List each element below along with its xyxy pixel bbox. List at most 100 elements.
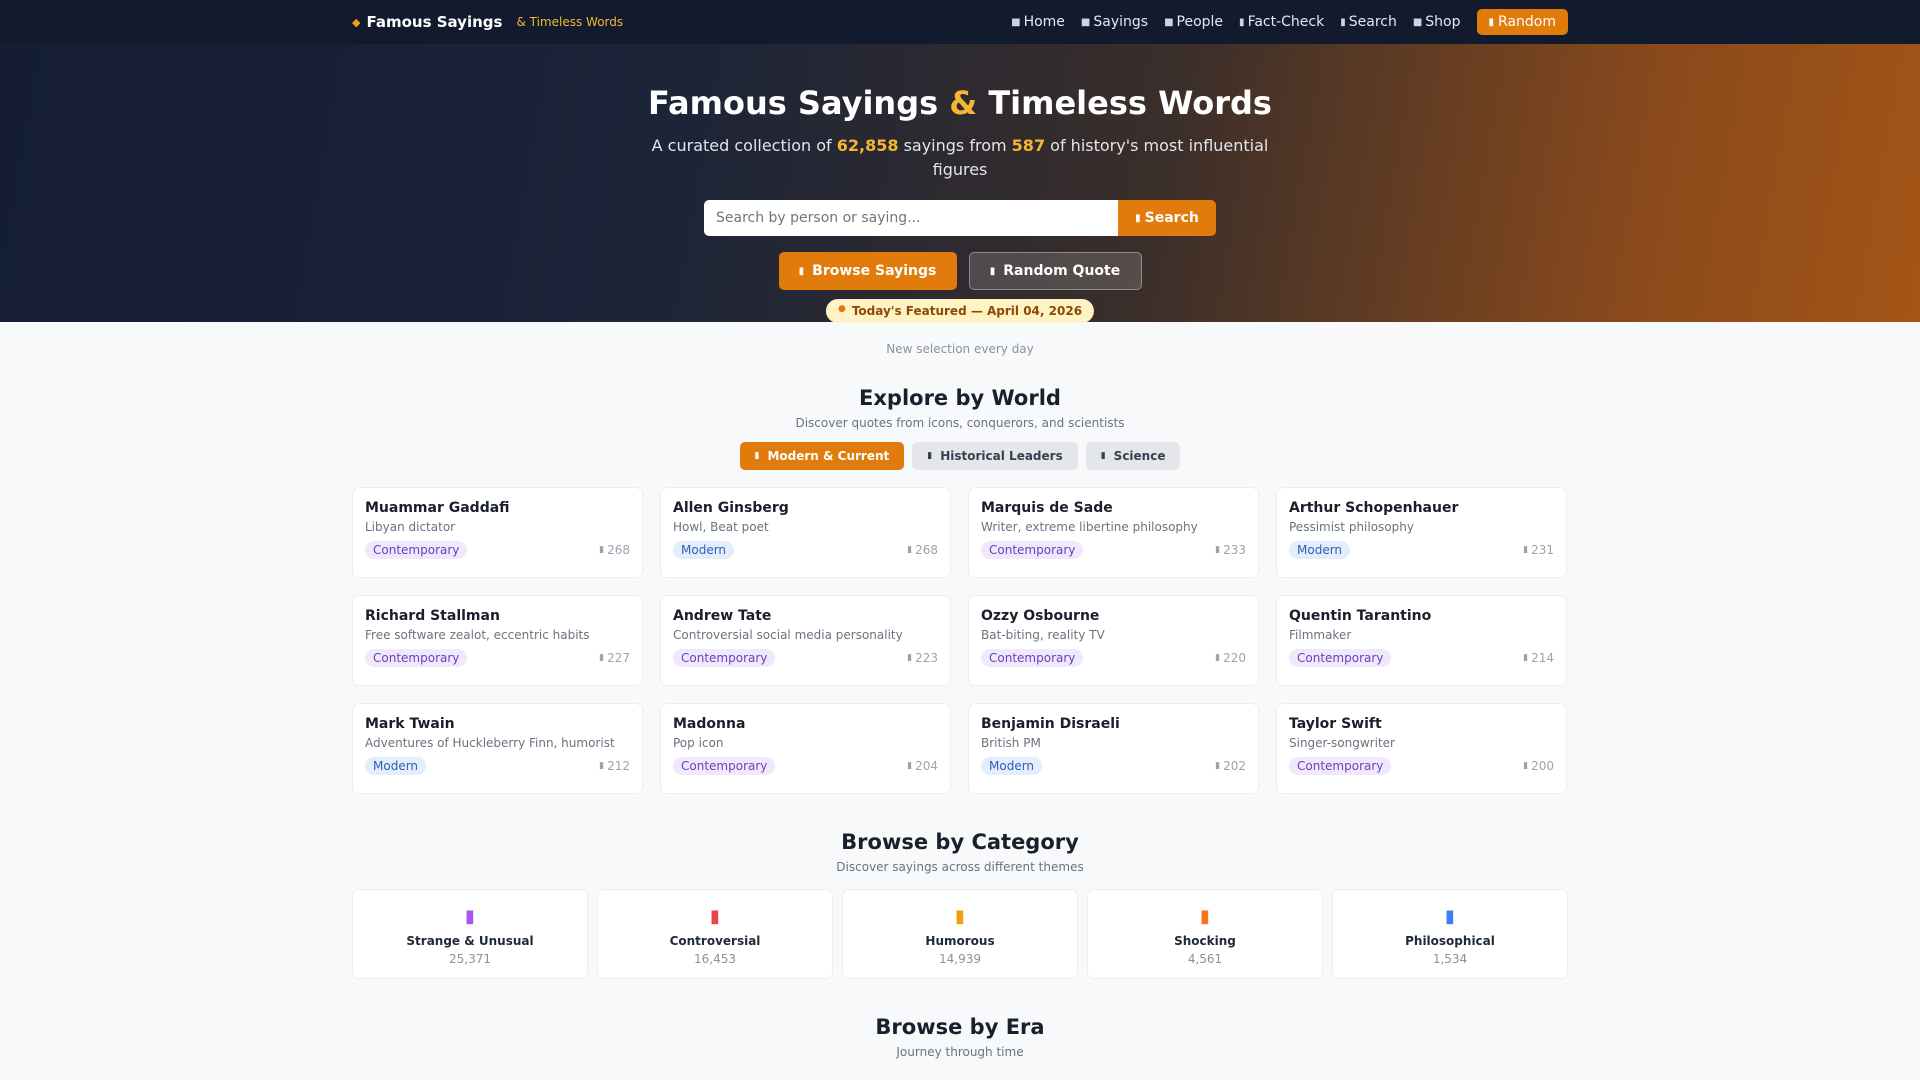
person-name: Arthur Schopenhauer xyxy=(1289,500,1459,516)
era-title: Browse by Era xyxy=(875,1015,1045,1039)
category-card[interactable]: ▮ Humorous 14,939 xyxy=(842,889,1078,979)
quote-count-value: 227 xyxy=(607,651,630,665)
category-count: 4,561 xyxy=(1187,952,1223,966)
quote-count: ▮ 212 xyxy=(599,759,630,773)
hero-title-part2: Timeless Words xyxy=(988,84,1272,122)
person-card[interactable]: Andrew Tate Controversial social media pe… xyxy=(660,595,951,686)
category-card[interactable]: ▮ Shocking 4,561 xyxy=(1087,889,1323,979)
era-badge: Contemporary xyxy=(673,757,776,775)
explore-section: Explore by World Discover quotes from ic… xyxy=(0,386,1920,794)
quote-count: ▮ 200 xyxy=(1523,759,1554,773)
quote-icon: ◆ xyxy=(352,15,361,29)
random-quote-button[interactable]: ▮ Random Quote xyxy=(968,252,1142,290)
nav-sayings[interactable]: ■ Sayings xyxy=(1081,14,1148,30)
quote-icon: ▮ xyxy=(599,545,605,555)
person-description: Singer-songwriter xyxy=(1289,736,1395,750)
people-count: 587 xyxy=(1011,136,1046,155)
person-card[interactable]: Taylor Swift Singer-songwriter Contemporar… xyxy=(1276,703,1567,794)
quote-icon: ▮ xyxy=(1215,761,1221,771)
nav-people[interactable]: ■ People xyxy=(1164,14,1223,30)
navbar: ◆ Famous Sayings & Timeless Words ■ Home … xyxy=(0,0,1920,44)
nav-home-label: Home xyxy=(1023,14,1065,30)
quote-count: ▮ 204 xyxy=(907,759,938,773)
person-card[interactable]: Richard Stallman Free software zealot, ec… xyxy=(352,595,643,686)
quote-count-value: 268 xyxy=(915,543,938,557)
search-input[interactable] xyxy=(704,200,1118,236)
person-footer: Contemporary ▮ 204 xyxy=(673,757,938,775)
hero-subtitle: A curated collection of 62,858 sayings f… xyxy=(640,134,1280,182)
quote-count: ▮ 202 xyxy=(1215,759,1246,773)
person-card[interactable]: Mark Twain Adventures of Huckleberry Finn… xyxy=(352,703,643,794)
check-icon: ▮ xyxy=(1239,16,1245,28)
brand-tagline: & Timeless Words xyxy=(516,15,624,29)
nav-fact-check-label: Fact-Check xyxy=(1247,14,1325,30)
category-name: Controversial xyxy=(669,934,761,948)
person-name: Quentin Tarantino xyxy=(1289,608,1432,624)
people-icon: ■ xyxy=(1164,16,1174,28)
category-card[interactable]: ▮ Strange & Unusual 25,371 xyxy=(352,889,588,979)
quote-count: ▮ 214 xyxy=(1523,651,1554,665)
person-description: Pessimist philosophy xyxy=(1289,520,1414,534)
person-card[interactable]: Marquis de Sade Writer, extreme libertine… xyxy=(968,487,1259,578)
featured-badge: ● Today's Featured — April 04, 2026 xyxy=(825,299,1095,323)
person-description: Free software zealot, eccentric habits xyxy=(365,628,590,642)
category-section: Browse by Category Discover sayings acro… xyxy=(0,830,1920,979)
sayings-count: 62,858 xyxy=(836,136,899,155)
crown-icon: ▮ xyxy=(927,451,933,461)
nav-search[interactable]: ▮ Search xyxy=(1340,14,1397,30)
person-description: Bat-biting, reality TV xyxy=(981,628,1105,642)
person-card[interactable]: Ozzy Osbourne Bat-biting, reality TV Conte… xyxy=(968,595,1259,686)
era-badge: Contemporary xyxy=(981,649,1084,667)
person-description: Filmmaker xyxy=(1289,628,1352,642)
category-count: 1,534 xyxy=(1432,952,1468,966)
quote-icon: ▮ xyxy=(1215,545,1221,555)
explore-subtitle: Discover quotes from icons, conquerors, … xyxy=(795,416,1125,430)
brand-logo[interactable]: ◆ Famous Sayings & Timeless Words xyxy=(352,13,623,31)
quote-count-value: 202 xyxy=(1223,759,1246,773)
nav-random-button[interactable]: ▮ Random xyxy=(1476,9,1568,35)
person-name: Muammar Gaddafi xyxy=(365,500,510,516)
browse-sayings-button[interactable]: ▮ Browse Sayings xyxy=(778,252,957,290)
tab-modern-current[interactable]: ▮ Modern & Current xyxy=(739,442,905,470)
era-badge: Modern xyxy=(1289,541,1351,559)
era-badge: Modern xyxy=(673,541,735,559)
quote-icon: ■ xyxy=(1080,16,1091,28)
quote-count-value: 220 xyxy=(1223,651,1246,665)
person-footer: Modern ▮ 231 xyxy=(1289,541,1554,559)
person-card[interactable]: Madonna Pop icon Contemporary ▮ 204 xyxy=(660,703,951,794)
search-button[interactable]: ▮ Search xyxy=(1118,200,1216,236)
category-name: Strange & Unusual xyxy=(406,934,534,948)
person-footer: Contemporary ▮ 214 xyxy=(1289,649,1554,667)
sparkle-icon: ▮ xyxy=(465,906,475,927)
quote-icon: ▮ xyxy=(1523,545,1529,555)
person-card[interactable]: Benjamin Disraeli British PM Modern ▮ 202 xyxy=(968,703,1259,794)
person-card[interactable]: Quentin Tarantino Filmmaker Contemporary ▮ 2… xyxy=(1276,595,1567,686)
nav-home[interactable]: ■ Home xyxy=(1011,14,1065,30)
shop-icon: ■ xyxy=(1412,16,1423,28)
quote-count-value: 233 xyxy=(1223,543,1246,557)
hero-banner: Famous Sayings & Timeless Words A curate… xyxy=(0,44,1920,323)
quote-count: ▮ 220 xyxy=(1215,651,1246,665)
nav-fact-check[interactable]: ▮ Fact-Check xyxy=(1239,14,1324,30)
tab-science[interactable]: ▮ Science xyxy=(1085,442,1181,470)
person-card[interactable]: Allen Ginsberg Howl, Beat poet Modern ▮ 268 xyxy=(660,487,951,578)
person-card[interactable]: Arthur Schopenhauer Pessimist philosophy M… xyxy=(1276,487,1567,578)
quote-count-value: 223 xyxy=(915,651,938,665)
brand-name: Famous Sayings xyxy=(366,13,503,31)
category-card[interactable]: ▮ Controversial 16,453 xyxy=(597,889,833,979)
hero-title: Famous Sayings & Timeless Words xyxy=(0,84,1920,122)
nav-shop[interactable]: ■ Shop xyxy=(1413,14,1461,30)
fire-icon: ▮ xyxy=(710,906,720,927)
search-icon: ▮ xyxy=(1135,212,1141,224)
person-card[interactable]: Muammar Gaddafi Libyan dictator Contempora… xyxy=(352,487,643,578)
hero-title-part1: Famous Sayings xyxy=(648,84,939,122)
tab-historical-leaders[interactable]: ▮ Historical Leaders xyxy=(912,442,1078,470)
search-bar: ▮Search xyxy=(0,200,1920,236)
category-subtitle: Discover sayings across different themes xyxy=(836,860,1084,874)
category-card[interactable]: ▮ Philosophical 1,534 xyxy=(1332,889,1568,979)
person-name: Marquis de Sade xyxy=(981,500,1113,516)
globe-icon: ▮ xyxy=(754,451,760,461)
person-footer: Contemporary ▮ 227 xyxy=(365,649,630,667)
era-badge: Contemporary xyxy=(365,541,468,559)
quote-count-value: 212 xyxy=(607,759,630,773)
